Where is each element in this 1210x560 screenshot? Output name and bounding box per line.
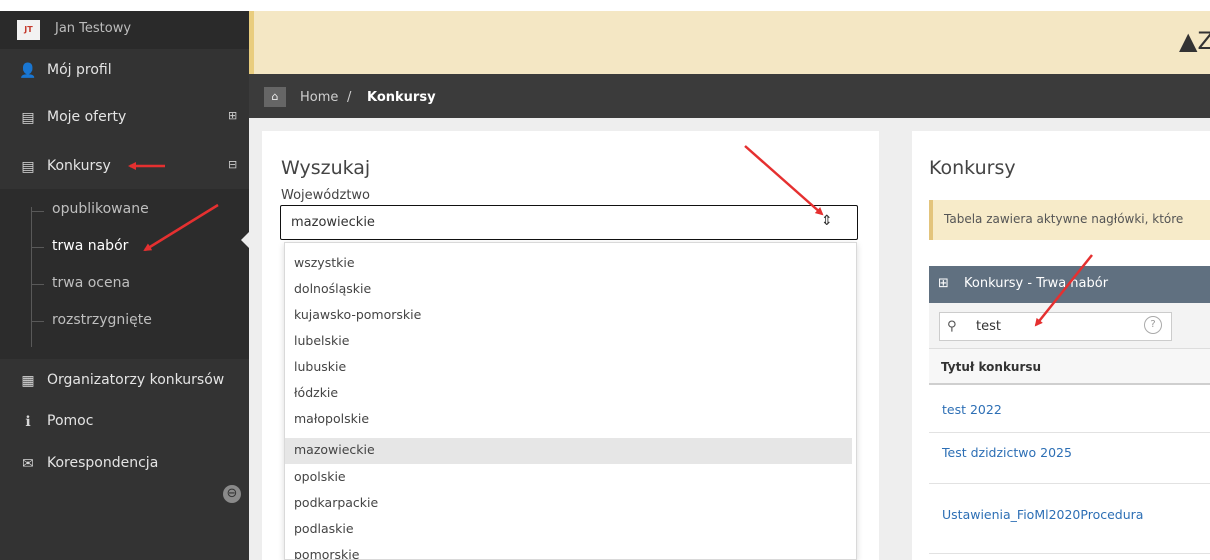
annotation-arrow-filter <box>1034 254 1093 327</box>
annotation-arrow-trwa-nabor <box>143 203 219 252</box>
annotation-arrow-select <box>744 145 824 216</box>
app-window: JT Jan Testowy 👤 Mój profil ▤ Moje ofert… <box>0 0 1210 560</box>
annotation-arrows <box>128 145 1093 327</box>
